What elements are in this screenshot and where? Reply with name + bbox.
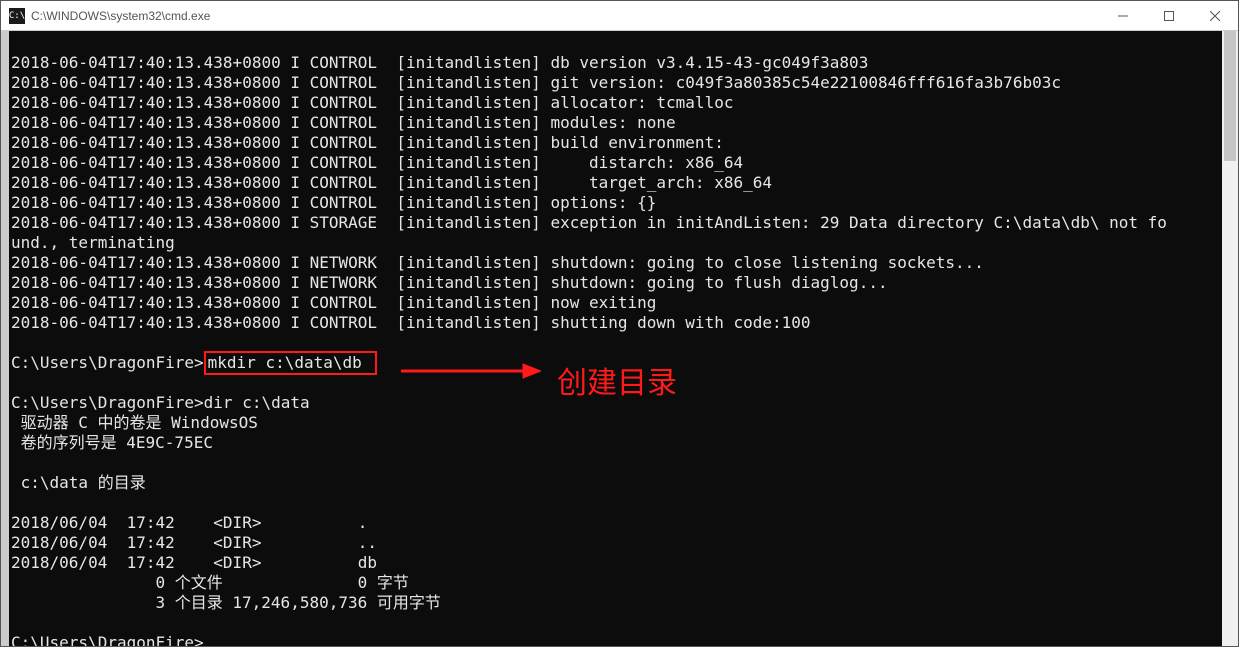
dir-output-line: 驱动器 C 中的卷是 WindowsOS — [11, 413, 258, 432]
dir-output-line: 2018/06/04 17:42 <DIR> .. — [11, 533, 377, 552]
window-title: C:\WINDOWS\system32\cmd.exe — [31, 9, 210, 23]
prompt-prefix: C:\Users\DragonFire> — [11, 633, 204, 646]
dir-output-line: 2018/06/04 17:42 <DIR> . — [11, 513, 367, 532]
maximize-button[interactable] — [1146, 1, 1192, 30]
command-text: dir c:\data — [204, 393, 310, 412]
log-line: und., terminating — [11, 233, 175, 252]
left-border-stripe — [1, 31, 9, 646]
dir-output-line: 0 个文件 0 字节 — [11, 573, 409, 592]
dir-output-line: 卷的序列号是 4E9C-75EC — [11, 433, 213, 452]
log-line: 2018-06-04T17:40:13.438+0800 I CONTROL [… — [11, 53, 868, 72]
log-line: 2018-06-04T17:40:13.438+0800 I CONTROL [… — [11, 153, 743, 172]
close-button[interactable] — [1192, 1, 1238, 30]
minimize-button[interactable] — [1100, 1, 1146, 30]
log-line: 2018-06-04T17:40:13.438+0800 I CONTROL [… — [11, 133, 724, 152]
highlighted-command: mkdir c:\data\db — [204, 351, 378, 375]
prompt-prefix: C:\Users\DragonFire> — [11, 353, 204, 372]
scrollbar-thumb[interactable] — [1224, 31, 1236, 161]
log-line: 2018-06-04T17:40:13.438+0800 I CONTROL [… — [11, 173, 772, 192]
prompt-line-2: C:\Users\DragonFire>dir c:\data — [11, 393, 310, 412]
log-line: 2018-06-04T17:40:13.438+0800 I CONTROL [… — [11, 313, 811, 332]
log-line: 2018-06-04T17:40:13.438+0800 I CONTROL [… — [11, 293, 656, 312]
terminal-output[interactable]: 2018-06-04T17:40:13.438+0800 I CONTROL [… — [9, 31, 1222, 646]
log-line: 2018-06-04T17:40:13.438+0800 I CONTROL [… — [11, 93, 733, 112]
prompt-line-3: C:\Users\DragonFire> — [11, 633, 204, 646]
vertical-scrollbar[interactable] — [1222, 31, 1238, 646]
log-line: 2018-06-04T17:40:13.438+0800 I CONTROL [… — [11, 193, 656, 212]
log-line: 2018-06-04T17:40:13.438+0800 I NETWORK [… — [11, 253, 984, 272]
prompt-line-1: C:\Users\DragonFire>mkdir c:\data\db — [11, 353, 377, 372]
prompt-prefix: C:\Users\DragonFire> — [11, 393, 204, 412]
dir-output-line: 3 个目录 17,246,580,736 可用字节 — [11, 593, 441, 612]
log-line: 2018-06-04T17:40:13.438+0800 I STORAGE [… — [11, 213, 1167, 232]
dir-output-line: 2018/06/04 17:42 <DIR> db — [11, 553, 377, 572]
cmd-icon: C:\ — [9, 8, 25, 24]
dir-output-line: c:\data 的目录 — [11, 473, 146, 492]
log-line: 2018-06-04T17:40:13.438+0800 I NETWORK [… — [11, 273, 888, 292]
log-line: 2018-06-04T17:40:13.438+0800 I CONTROL [… — [11, 113, 676, 132]
window-controls — [1100, 1, 1238, 30]
window-titlebar: C:\ C:\WINDOWS\system32\cmd.exe — [1, 1, 1238, 31]
log-line: 2018-06-04T17:40:13.438+0800 I CONTROL [… — [11, 73, 1061, 92]
